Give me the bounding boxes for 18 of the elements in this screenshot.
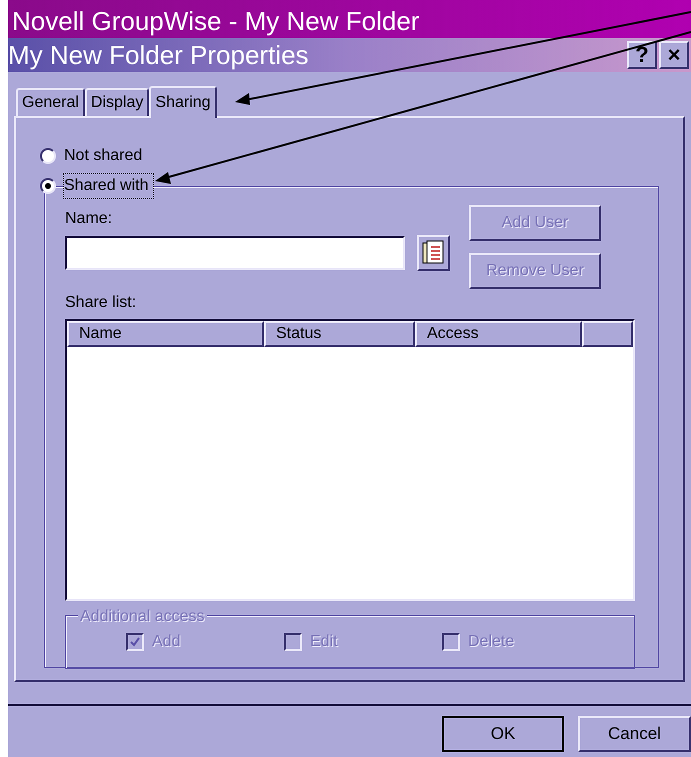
close-button[interactable]: × <box>659 41 689 69</box>
dialog-title: My New Folder Properties <box>8 40 310 70</box>
help-button[interactable]: ? <box>627 41 657 69</box>
radio-label: Shared with <box>64 174 152 198</box>
checkbox-label: Edit <box>310 632 338 652</box>
name-label: Name: <box>65 209 114 229</box>
checkbox-label: Add <box>152 632 180 652</box>
column-header[interactable]: Status <box>264 321 415 347</box>
ok-button[interactable]: OK <box>442 716 564 752</box>
cancel-button[interactable]: Cancel <box>578 716 691 752</box>
column-header[interactable]: Access <box>415 321 582 347</box>
parent-window-title: Novell GroupWise - My New Folder <box>12 5 420 38</box>
column-header[interactable]: Name <box>67 321 264 347</box>
tab[interactable]: General <box>16 88 85 116</box>
tab[interactable]: Display <box>84 88 150 116</box>
share-list-label: Share list: <box>65 293 138 313</box>
checkbox-label: Delete <box>468 632 514 652</box>
tab[interactable]: Sharing <box>149 86 217 118</box>
